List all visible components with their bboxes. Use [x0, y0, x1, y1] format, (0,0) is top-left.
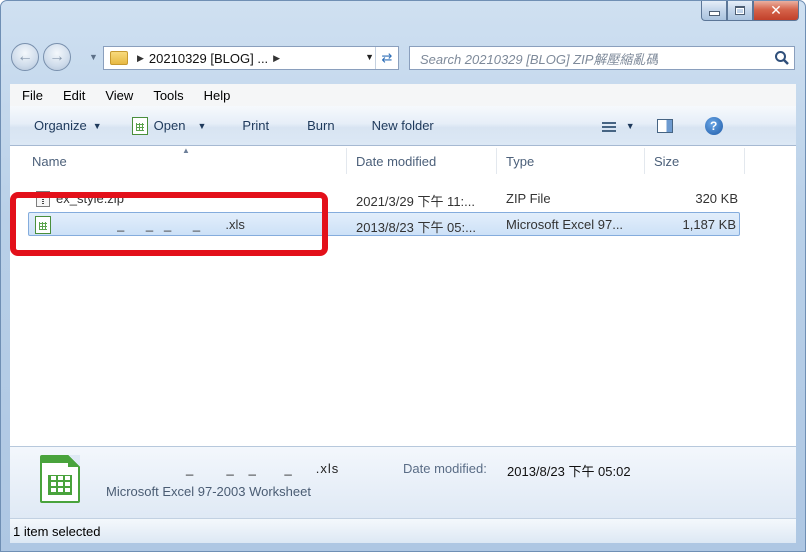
burn-label: Burn [307, 118, 335, 133]
minimize-icon [708, 11, 720, 16]
preview-pane-icon [656, 118, 673, 133]
change-view-button[interactable]: ▼ [601, 119, 635, 132]
column-size[interactable]: Size [654, 154, 679, 169]
maximize-icon [735, 6, 745, 15]
command-bar: Organize ▼ Open ▼ Print Burn New folder ▼ … [10, 106, 796, 146]
menu-tools[interactable]: Tools [141, 88, 191, 103]
file-type: Microsoft Excel 97... [506, 217, 624, 232]
details-file-name: _ _ _ _ .xls [186, 461, 340, 476]
print-button[interactable]: Print [242, 118, 269, 133]
excel-file-large-icon [40, 455, 80, 503]
folder-icon [110, 51, 128, 65]
menu-bar: File Edit View Tools Help [10, 84, 796, 107]
print-label: Print [242, 118, 270, 133]
details-file-type: Microsoft Excel 97-2003 Worksheet [106, 484, 311, 499]
file-date: 2013/8/23 下午 05:... [356, 220, 476, 235]
search-icon[interactable] [774, 50, 790, 66]
chevron-down-icon: ▼ [92, 120, 102, 131]
column-header: ▲ Name Date modified Type Size [10, 146, 796, 176]
menu-view[interactable]: View [93, 88, 141, 103]
status-text: 1 item selected [13, 523, 101, 539]
details-pane: _ _ _ _ .xls Date modified: 2013/8/23 下午… [10, 446, 796, 519]
menu-file[interactable]: File [10, 88, 51, 103]
view-list-icon [601, 119, 616, 132]
back-button[interactable]: ← [11, 43, 39, 71]
menu-edit[interactable]: Edit [51, 88, 93, 103]
open-label: Open [153, 118, 186, 133]
icon-grid [48, 475, 72, 495]
column-divider[interactable] [496, 148, 497, 174]
help-button[interactable]: ? [704, 116, 723, 135]
column-divider[interactable] [744, 148, 745, 174]
file-date: 2021/3/29 下午 11:... [356, 194, 475, 209]
minimize-button[interactable] [701, 1, 727, 21]
chevron-down-icon: ▼ [197, 120, 207, 131]
forward-button[interactable]: → [43, 43, 71, 71]
search-box[interactable]: Search 20210329 [BLOG] ZIP解壓縮亂碼 [409, 46, 795, 70]
navigation-row: ← → ▼ ▶ 20210329 [BLOG] ... ▶ ▼ ⇄ Search… [11, 43, 795, 73]
status-bar: 1 item selected [10, 518, 796, 543]
column-name[interactable]: Name [32, 154, 67, 169]
new-folder-label: New folder [371, 118, 434, 133]
column-type[interactable]: Type [506, 154, 534, 169]
maximize-button[interactable] [727, 1, 753, 21]
breadcrumb-arrow-icon[interactable]: ▶ [137, 53, 144, 64]
breadcrumb-arrow-icon[interactable]: ▶ [273, 53, 280, 64]
icon-fold-corner [68, 455, 80, 467]
column-date-modified[interactable]: Date modified [356, 154, 436, 169]
back-arrow-icon: ← [17, 48, 33, 65]
preview-pane-button[interactable] [656, 118, 673, 133]
close-icon: ✕ [770, 2, 782, 18]
chevron-down-icon: ▼ [625, 120, 635, 131]
details-date-label: Date modified: [403, 461, 487, 476]
red-highlight-box [10, 192, 328, 256]
address-bar[interactable]: ▶ 20210329 [BLOG] ... ▶ ▼ ⇄ [103, 46, 399, 70]
sort-up-icon: ▲ [182, 146, 190, 155]
details-date-value: 2013/8/23 下午 05:02 [507, 464, 631, 479]
recent-pages-dropdown-icon[interactable]: ▼ [89, 52, 98, 62]
open-button[interactable]: Open ▼ [131, 116, 207, 135]
file-size: 320 KB [695, 191, 738, 206]
new-folder-button[interactable]: New folder [372, 118, 434, 133]
file-type: ZIP File [506, 191, 551, 206]
explorer-window: ✕ ← → ▼ ▶ 20210329 [BLOG] ... ▶ ▼ ⇄ Sear… [0, 0, 806, 552]
organize-button[interactable]: Organize ▼ [34, 118, 102, 133]
file-size: 1,187 KB [682, 217, 737, 232]
forward-arrow-icon: → [49, 48, 65, 65]
menu-help[interactable]: Help [192, 88, 239, 103]
organize-label: Organize [34, 118, 87, 133]
caption-buttons: ✕ [701, 1, 799, 21]
help-icon: ? [704, 116, 723, 135]
close-button[interactable]: ✕ [753, 1, 799, 21]
column-divider[interactable] [346, 148, 347, 174]
excel-icon [131, 116, 148, 135]
refresh-icon: ⇄ [381, 50, 393, 65]
burn-button[interactable]: Burn [307, 118, 334, 133]
breadcrumb-path[interactable]: 20210329 [BLOG] ... [149, 51, 268, 66]
search-input[interactable]: Search 20210329 [BLOG] ZIP解壓縮亂碼 [410, 49, 658, 68]
file-list: ▲ Name Date modified Type Size ex_style.… [10, 146, 796, 446]
refresh-button[interactable]: ⇄ [375, 47, 398, 69]
column-divider[interactable] [644, 148, 645, 174]
address-dropdown-icon[interactable]: ▼ [365, 52, 374, 62]
